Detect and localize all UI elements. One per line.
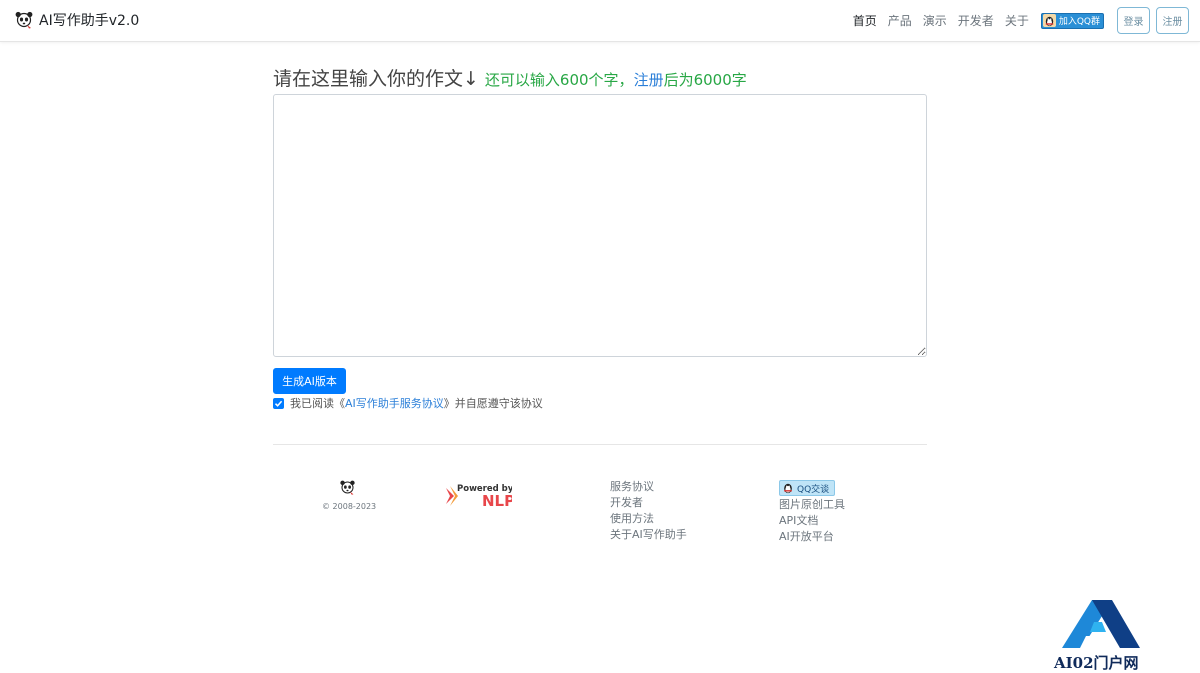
footer-api-docs-link[interactable]: API文档 <box>779 513 845 529</box>
footer-links-col-2: QQ交谈 图片原创工具 API文档 AI开放平台 <box>779 480 845 545</box>
agree-checkbox[interactable] <box>273 397 284 409</box>
panda-logo-icon <box>15 11 33 29</box>
footer-usage-link[interactable]: 使用方法 <box>610 511 687 527</box>
qq-chat-label: QQ交谈 <box>797 484 830 495</box>
nav-products[interactable]: 产品 <box>888 12 912 29</box>
nav-home[interactable]: 首页 <box>853 12 877 29</box>
footer-links-col-1: 服务协议 开发者 使用方法 关于AI写作助手 <box>610 479 687 543</box>
nlp-text: NLP <box>482 492 512 510</box>
footer-developers-link[interactable]: 开发者 <box>610 495 687 511</box>
essay-input[interactable] <box>273 94 927 357</box>
agreement-row: 我已阅读《 AI写作助手服务协议 》并自愿遵守该协议 <box>273 395 543 411</box>
top-navbar: AI写作助手v2.0 首页 产品 演示 开发者 关于 加入QQ群 登录 注册 <box>0 0 1200 42</box>
join-qq-group-button[interactable]: 加入QQ群 <box>1040 12 1104 29</box>
qq-chat-button[interactable]: QQ交谈 <box>779 480 835 496</box>
quota-notice: 还可以输入600个字，注册后为6000字 <box>485 69 747 90</box>
powered-by-nlp-logo: Powered by NLP <box>446 484 512 510</box>
generate-ai-version-button[interactable]: 生成AI版本 <box>273 368 346 394</box>
login-button[interactable]: 登录 <box>1117 7 1150 34</box>
footer-service-agreement-link[interactable]: 服务协议 <box>610 479 687 495</box>
footer-ai-platform-link[interactable]: AI开放平台 <box>779 529 845 545</box>
checkmark-icon <box>274 400 283 407</box>
qq-penguin-icon <box>784 483 792 494</box>
nav-demo[interactable]: 演示 <box>923 12 947 29</box>
input-heading: 请在这里输入你的作文↓ 还可以输入600个字，注册后为6000字 <box>273 64 747 91</box>
agree-prefix: 我已阅读《 <box>290 397 345 410</box>
watermark-text: AI02门户网 <box>1054 654 1139 672</box>
quota-register-link[interactable]: 注册 <box>634 71 664 89</box>
brand-link[interactable]: AI写作助手v2.0 <box>14 10 139 30</box>
copyright-text: © 2008-2023 <box>322 502 377 511</box>
agree-suffix: 》并自愿遵守该协议 <box>443 397 543 410</box>
quota-suffix: 后为6000字 <box>663 71 747 89</box>
brand-title: AI写作助手v2.0 <box>39 13 140 29</box>
footer-about-link[interactable]: 关于AI写作助手 <box>610 527 687 543</box>
nav-developers[interactable]: 开发者 <box>958 12 994 29</box>
page-title: 请在这里输入你的作文↓ <box>273 68 479 90</box>
quota-prefix: 还可以输入600个字， <box>484 71 634 89</box>
service-agreement-link[interactable]: AI写作助手服务协议 <box>345 395 444 411</box>
footer-divider <box>273 444 927 445</box>
qq-penguin-icon <box>1042 14 1056 27</box>
footer-panda-logo-icon <box>340 480 355 495</box>
nav-links: 首页 产品 演示 开发者 关于 加入QQ群 <box>842 12 1104 29</box>
nav-about[interactable]: 关于 <box>1005 12 1029 29</box>
qq-group-label: 加入QQ群 <box>1058 17 1100 27</box>
footer-image-tool-link[interactable]: 图片原创工具 <box>779 497 845 513</box>
register-button[interactable]: 注册 <box>1156 7 1189 34</box>
